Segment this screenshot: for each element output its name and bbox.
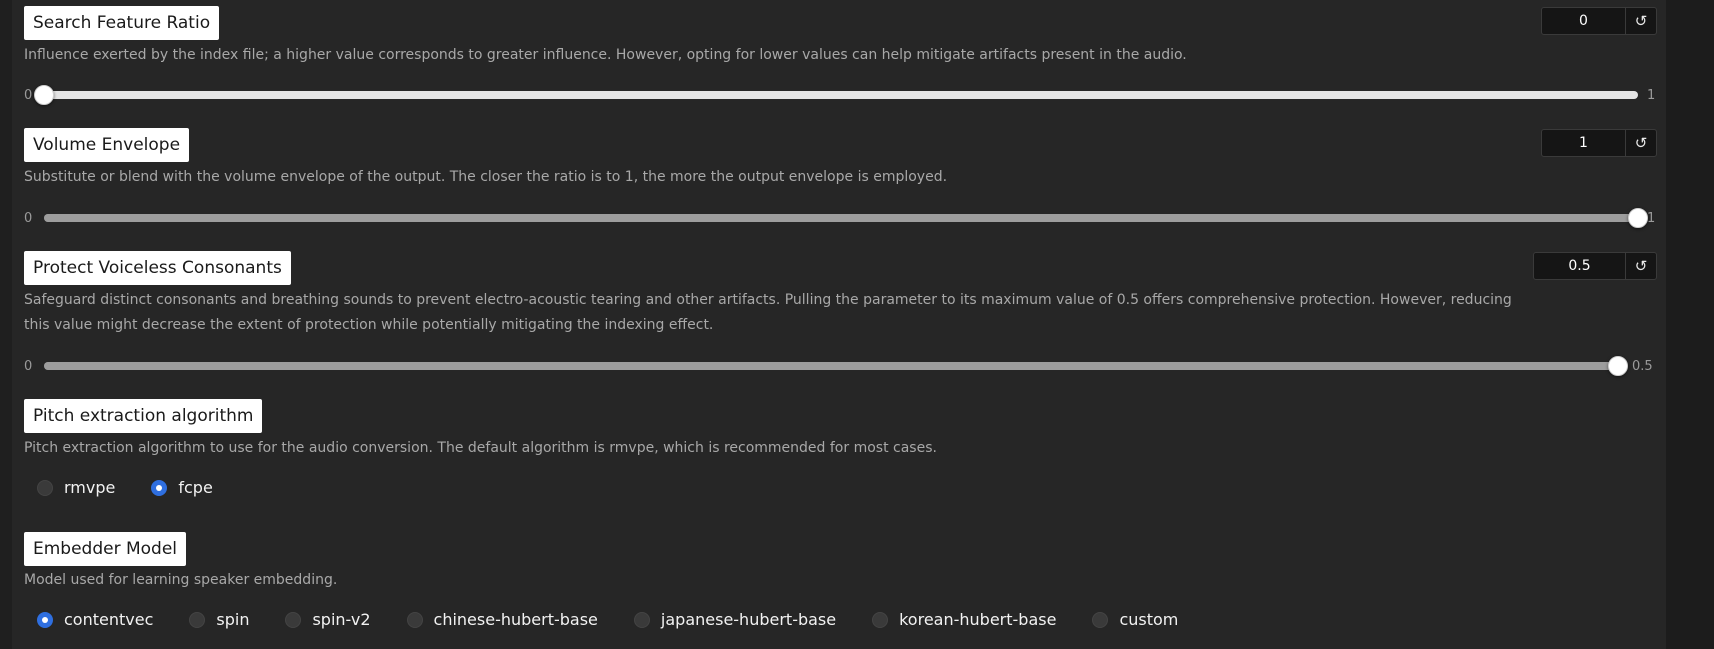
radio-label[interactable]: spin — [216, 610, 249, 629]
pitch-extraction-description: Pitch extraction algorithm to use for th… — [24, 440, 937, 456]
volume-envelope-value[interactable]: 1 — [1542, 130, 1625, 156]
radio-label[interactable]: fcpe — [178, 478, 212, 497]
radio-button[interactable] — [1092, 611, 1109, 628]
radio-button[interactable] — [189, 611, 206, 628]
embedder-model-label: Embedder Model — [24, 532, 187, 566]
protect-voiceless-label: Protect Voiceless Consonants — [24, 251, 291, 285]
protect-voiceless-description: Safeguard distinct consonants and breath… — [24, 292, 1512, 333]
slider-fill — [44, 214, 1638, 222]
range-min-label: 0 — [24, 211, 33, 226]
reset-icon[interactable]: ↺ — [1625, 8, 1656, 34]
protect-voiceless-number[interactable]: 0.5 ↺ — [1533, 252, 1657, 280]
volume-envelope-slider[interactable] — [44, 208, 1648, 228]
radio-button[interactable] — [151, 479, 168, 496]
radio-label[interactable]: japanese-hubert-base — [661, 610, 836, 629]
radio-button[interactable] — [285, 611, 302, 628]
range-min-label: 0 — [24, 359, 33, 374]
volume-envelope-description: Substitute or blend with the volume enve… — [24, 169, 948, 185]
radio-option-korean-hubert-base[interactable]: korean-hubert-base — [872, 610, 1056, 629]
pitch-extraction-radio-group: rmvpe fcpe — [37, 478, 249, 497]
protect-voiceless-slider[interactable] — [44, 356, 1628, 376]
radio-button[interactable] — [872, 611, 889, 628]
slider-fill — [44, 362, 1618, 370]
search-feature-ratio-label: Search Feature Ratio — [24, 6, 220, 40]
volume-envelope-number[interactable]: 1 ↺ — [1541, 129, 1657, 157]
slider-thumb[interactable] — [1628, 208, 1648, 228]
slider-thumb[interactable] — [34, 85, 54, 105]
right-gutter — [1666, 0, 1714, 649]
embedder-model-description: Model used for learning speaker embeddin… — [24, 572, 338, 588]
radio-option-chinese-hubert-base[interactable]: chinese-hubert-base — [406, 610, 598, 629]
pitch-extraction-label: Pitch extraction algorithm — [24, 399, 263, 433]
radio-option-fcpe[interactable]: fcpe — [151, 478, 213, 497]
radio-label[interactable]: contentvec — [64, 610, 153, 629]
slider-thumb[interactable] — [1608, 356, 1628, 376]
search-feature-ratio-slider[interactable] — [34, 85, 1638, 105]
radio-button[interactable] — [37, 611, 53, 628]
radio-option-rmvpe[interactable]: rmvpe — [37, 478, 115, 497]
search-feature-ratio-description: Influence exerted by the index file; a h… — [24, 47, 1187, 63]
radio-label[interactable]: korean-hubert-base — [899, 610, 1056, 629]
volume-envelope-label: Volume Envelope — [24, 128, 190, 162]
protect-voiceless-value[interactable]: 0.5 — [1534, 253, 1625, 279]
radio-option-contentvec[interactable]: contentvec — [37, 610, 153, 629]
radio-label[interactable]: chinese-hubert-base — [434, 610, 598, 629]
radio-button[interactable] — [633, 611, 650, 628]
reset-icon[interactable]: ↺ — [1625, 130, 1656, 156]
reset-icon[interactable]: ↺ — [1625, 253, 1656, 279]
range-min-label: 0 — [24, 88, 33, 103]
radio-option-japanese-hubert-base[interactable]: japanese-hubert-base — [633, 610, 836, 629]
embedder-model-radio-group: contentvec spin spin-v2 chinese-hubert-base… — [37, 610, 1214, 629]
search-feature-ratio-value[interactable]: 0 — [1542, 8, 1625, 34]
radio-button[interactable] — [37, 479, 53, 496]
search-feature-ratio-number[interactable]: 0 ↺ — [1541, 7, 1657, 35]
range-max-label: 1 — [1647, 88, 1656, 103]
radio-label[interactable]: rmvpe — [64, 478, 115, 497]
radio-label[interactable]: spin-v2 — [312, 610, 370, 629]
range-max-label: 1 — [1647, 211, 1656, 226]
range-max-label: 0.5 — [1632, 359, 1653, 374]
radio-button[interactable] — [406, 611, 423, 628]
radio-option-spin[interactable]: spin — [189, 610, 249, 629]
radio-option-spin-v2[interactable]: spin-v2 — [285, 610, 371, 629]
radio-option-custom[interactable]: custom — [1092, 610, 1178, 629]
radio-label[interactable]: custom — [1119, 610, 1178, 629]
